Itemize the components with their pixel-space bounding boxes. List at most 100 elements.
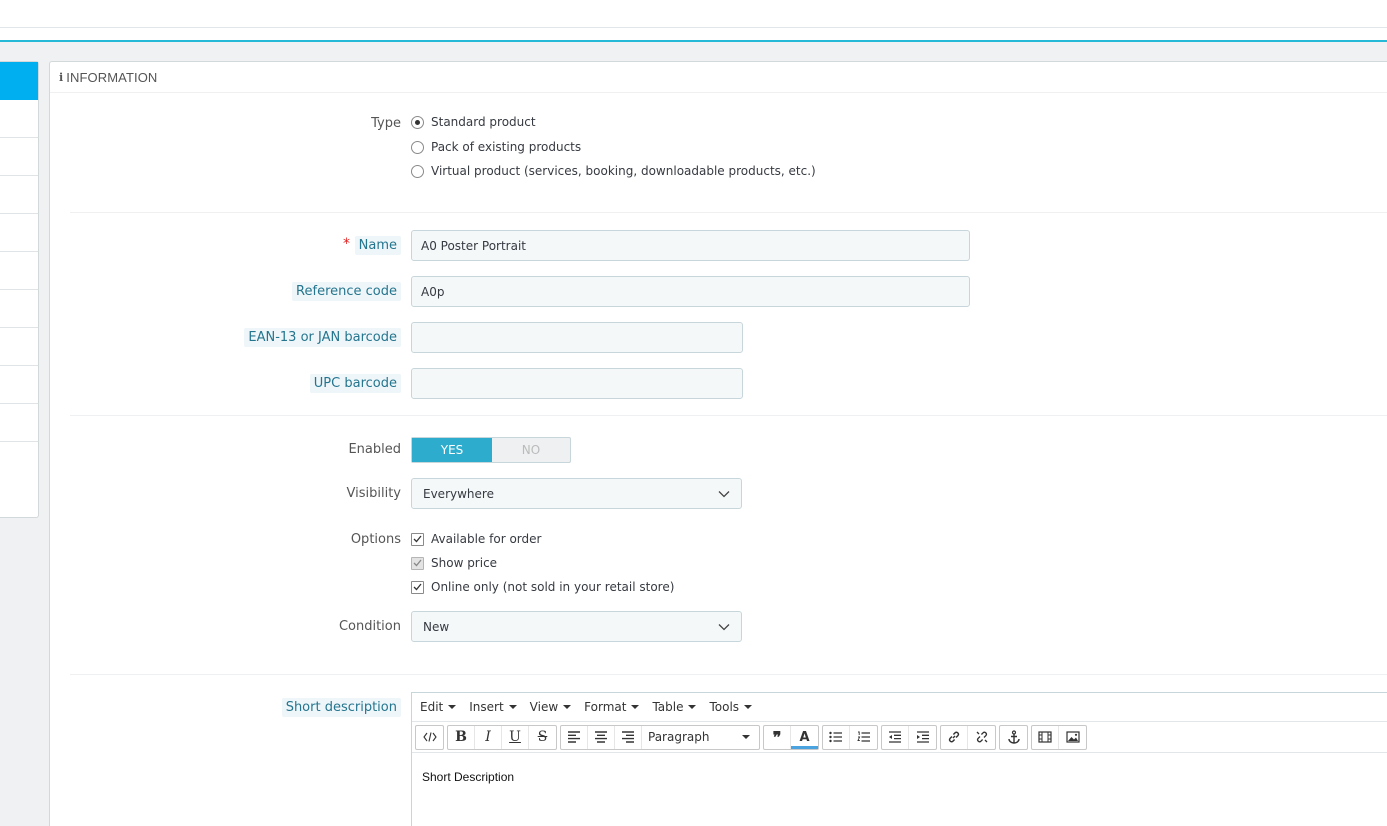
enabled-switch[interactable]: YES NO xyxy=(411,437,571,463)
sidebar-tab[interactable] xyxy=(0,290,38,328)
info-icon: i xyxy=(59,70,64,84)
short-description-editor: Edit Insert View Format Table Tools B I … xyxy=(411,692,1387,826)
sidebar-tab[interactable] xyxy=(0,138,38,176)
reference-input-value: A0p xyxy=(421,284,445,299)
sidebar-tab[interactable] xyxy=(0,176,38,214)
unlink-icon[interactable] xyxy=(968,726,995,749)
condition-select[interactable]: New xyxy=(411,611,742,642)
media-icon[interactable] xyxy=(1032,725,1059,749)
link-icon[interactable] xyxy=(941,725,968,749)
checkbox-label: Online only (not sold in your retail sto… xyxy=(431,580,675,594)
ean13-label[interactable]: EAN-13 or JAN barcode xyxy=(244,328,401,347)
radio-label: Standard product xyxy=(431,115,536,129)
editor-content-area[interactable]: Short Description xyxy=(412,753,1387,801)
chevron-down-icon xyxy=(718,490,730,497)
format-select-value: Paragraph xyxy=(648,730,710,744)
format-select[interactable]: Paragraph xyxy=(642,726,759,749)
editor-toolbar: B I U S Paragraph ❞ A xyxy=(412,722,1387,753)
toolbar-group: Paragraph xyxy=(560,724,760,750)
image-icon[interactable] xyxy=(1059,726,1086,749)
header-divider xyxy=(0,27,1387,28)
type-radio-virtual[interactable]: Virtual product (services, booking, down… xyxy=(411,164,816,178)
sidebar-tab[interactable] xyxy=(0,214,38,252)
check-icon xyxy=(413,559,422,567)
anchor-icon[interactable] xyxy=(1000,726,1027,749)
caret-down-icon xyxy=(448,705,457,709)
condition-select-value: New xyxy=(423,619,450,634)
product-tabs-sidebar xyxy=(0,61,39,518)
visibility-select[interactable]: Everywhere xyxy=(411,478,742,509)
indent-icon[interactable] xyxy=(909,726,936,749)
text-color-icon[interactable]: A xyxy=(791,725,818,749)
sidebar-tab[interactable] xyxy=(0,252,38,290)
sidebar-tab[interactable] xyxy=(0,328,38,366)
source-code-icon[interactable] xyxy=(416,726,443,749)
editor-content-text: Short Description xyxy=(422,770,515,784)
align-right-icon[interactable] xyxy=(615,725,642,749)
short-description-label[interactable]: Short description xyxy=(281,698,401,717)
name-input[interactable]: A0 Poster Portrait xyxy=(411,230,970,261)
upc-label[interactable]: UPC barcode xyxy=(309,374,401,393)
menu-edit[interactable]: Edit xyxy=(420,700,457,714)
enabled-label: Enabled xyxy=(348,442,401,457)
type-radio-pack[interactable]: Pack of existing products xyxy=(411,140,581,154)
ean13-input[interactable] xyxy=(411,322,743,353)
menu-tools[interactable]: Tools xyxy=(709,700,753,714)
type-radio-standard[interactable]: Standard product xyxy=(411,115,536,129)
underline-icon[interactable]: U xyxy=(502,725,529,749)
toolbar-group xyxy=(881,724,937,750)
top-header xyxy=(0,0,1387,42)
switch-yes-option[interactable]: YES xyxy=(412,438,492,462)
caret-down-icon xyxy=(631,705,640,709)
sidebar-tab[interactable] xyxy=(0,100,38,138)
outdent-icon[interactable] xyxy=(882,725,909,749)
name-input-value: A0 Poster Portrait xyxy=(421,238,527,253)
upc-input[interactable] xyxy=(411,368,743,399)
panel-heading: i INFORMATION xyxy=(50,62,1387,93)
radio-button[interactable] xyxy=(411,140,424,154)
menu-view[interactable]: View xyxy=(530,700,572,714)
chevron-down-icon xyxy=(718,623,730,630)
caret-down-icon xyxy=(742,735,750,739)
menu-insert[interactable]: Insert xyxy=(469,700,517,714)
align-center-icon[interactable] xyxy=(588,725,615,749)
align-left-icon[interactable] xyxy=(561,725,588,749)
italic-icon[interactable]: I xyxy=(475,725,502,749)
option-show-price[interactable]: Show price xyxy=(411,556,497,570)
checkbox-label: Available for order xyxy=(431,532,542,546)
bold-icon[interactable]: B xyxy=(448,725,475,749)
radio-button[interactable] xyxy=(411,164,424,178)
strikethrough-icon[interactable]: S xyxy=(529,726,556,749)
sidebar-tab-information[interactable] xyxy=(0,62,38,100)
menu-label: Edit xyxy=(420,700,444,714)
sidebar-tab[interactable] xyxy=(0,442,38,480)
radio-button[interactable] xyxy=(411,115,424,129)
name-label[interactable]: Name xyxy=(354,236,401,255)
reference-label[interactable]: Reference code xyxy=(292,282,401,301)
switch-no-option[interactable]: NO xyxy=(492,438,570,462)
visibility-label: Visibility xyxy=(346,486,401,501)
checkbox-checked-disabled xyxy=(411,556,424,570)
blockquote-icon[interactable]: ❞ xyxy=(764,725,791,749)
section-divider xyxy=(70,415,1387,416)
menu-label: Tools xyxy=(709,700,740,714)
menu-table[interactable]: Table xyxy=(652,700,697,714)
menu-format[interactable]: Format xyxy=(584,700,640,714)
sidebar-tab[interactable] xyxy=(0,404,38,442)
panel-heading-text: INFORMATION xyxy=(66,69,158,85)
checkbox-checked[interactable] xyxy=(411,580,424,594)
option-online-only[interactable]: Online only (not sold in your retail sto… xyxy=(411,580,674,594)
toolbar-group xyxy=(415,724,444,750)
sidebar-tab[interactable] xyxy=(0,366,38,404)
visibility-select-value: Everywhere xyxy=(423,486,494,501)
reference-input[interactable]: A0p xyxy=(411,276,970,307)
radio-label: Pack of existing products xyxy=(431,140,582,154)
numbered-list-icon[interactable] xyxy=(850,726,877,749)
condition-label: Condition xyxy=(338,619,401,634)
bullet-list-icon[interactable] xyxy=(823,725,850,749)
check-icon xyxy=(413,583,422,591)
option-available-for-order[interactable]: Available for order xyxy=(411,532,541,546)
menu-label: Format xyxy=(584,700,627,714)
editor-menubar: Edit Insert View Format Table Tools xyxy=(412,693,1387,722)
checkbox-checked[interactable] xyxy=(411,532,424,546)
